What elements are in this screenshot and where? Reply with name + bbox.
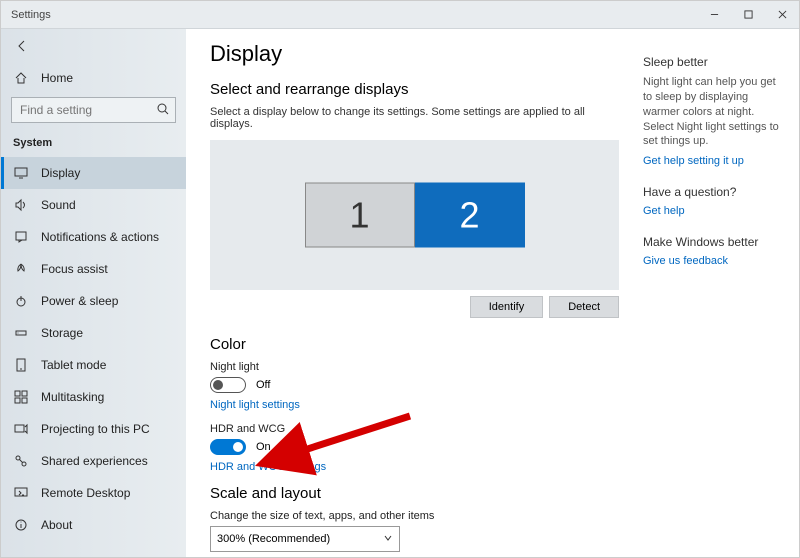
tablet-icon (13, 358, 29, 372)
sidebar-item-multitasking[interactable]: Multitasking (1, 381, 186, 413)
home-nav[interactable]: Home (1, 63, 186, 93)
sidebar-item-label: Shared experiences (41, 454, 148, 468)
night-light-label: Night light (210, 361, 619, 373)
identify-button[interactable]: Identify (470, 296, 543, 318)
sidebar-item-label: Sound (41, 198, 76, 212)
storage-icon (13, 326, 29, 340)
sleep-better-body: Night light can help you get to sleep by… (643, 75, 785, 149)
hdr-toggle-row: On (210, 439, 619, 455)
sidebar-item-label: Storage (41, 326, 83, 340)
sidebar-item-label: Multitasking (41, 390, 104, 404)
minimize-button[interactable] (697, 2, 731, 28)
home-icon (13, 71, 29, 85)
sidebar-item-tablet-mode[interactable]: Tablet mode (1, 349, 186, 381)
give-feedback-link[interactable]: Give us feedback (643, 255, 785, 267)
chevron-down-icon (383, 533, 393, 546)
rearrange-desc: Select a display below to change its set… (210, 106, 619, 130)
rearrange-heading: Select and rearrange displays (210, 81, 619, 98)
monitors-group: 1 2 (305, 183, 525, 248)
sidebar-item-label: Projecting to this PC (41, 422, 150, 436)
scale-desc: Change the size of text, apps, and other… (210, 510, 619, 522)
settings-window: Settings Home System Display (0, 0, 800, 558)
window-title: Settings (11, 9, 51, 21)
scale-heading: Scale and layout (210, 485, 619, 502)
sidebar-item-power-sleep[interactable]: Power & sleep (1, 285, 186, 317)
sidebar-item-projecting[interactable]: Projecting to this PC (1, 413, 186, 445)
hdr-state: On (256, 441, 271, 453)
monitor-2[interactable]: 2 (415, 183, 525, 248)
sidebar-item-label: Display (41, 166, 80, 180)
title-bar: Settings (1, 1, 799, 29)
hdr-label: HDR and WCG (210, 423, 619, 435)
hdr-settings-link[interactable]: HDR and WCG settings (210, 461, 619, 473)
back-button[interactable] (7, 33, 37, 59)
night-light-toggle-row: Off (210, 377, 619, 393)
monitor-1[interactable]: 1 (305, 183, 415, 248)
hdr-toggle[interactable] (210, 439, 246, 455)
sidebar-item-remote-desktop[interactable]: Remote Desktop (1, 477, 186, 509)
sidebar-item-shared-experiences[interactable]: Shared experiences (1, 445, 186, 477)
question-title: Have a question? (643, 185, 785, 199)
sidebar-item-sound[interactable]: Sound (1, 189, 186, 221)
content-panel: Display Select and rearrange displays Se… (186, 29, 639, 557)
night-light-toggle[interactable] (210, 377, 246, 393)
sidebar-item-label: Focus assist (41, 262, 108, 276)
sidebar-item-display[interactable]: Display (1, 157, 186, 189)
night-light-state: Off (256, 379, 270, 391)
scale-value: 300% (Recommended) (217, 533, 330, 545)
sidebar-item-label: Power & sleep (41, 294, 118, 308)
feedback-title: Make Windows better (643, 235, 785, 249)
display-icon (13, 166, 29, 180)
section-label: System (1, 133, 186, 157)
sidebar-item-about[interactable]: About (1, 509, 186, 541)
maximize-button[interactable] (731, 2, 765, 28)
detect-button[interactable]: Detect (549, 296, 619, 318)
display-arrangement-canvas[interactable]: 1 2 (210, 140, 619, 290)
multitasking-icon (13, 390, 29, 404)
sleep-better-title: Sleep better (643, 55, 785, 69)
color-heading: Color (210, 336, 619, 353)
remote-desktop-icon (13, 486, 29, 500)
sidebar-item-storage[interactable]: Storage (1, 317, 186, 349)
shared-icon (13, 454, 29, 468)
scale-dropdown[interactable]: 300% (Recommended) (210, 526, 400, 552)
search-wrap (11, 97, 176, 123)
sidebar-item-label: Remote Desktop (41, 486, 130, 500)
aside-panel: Sleep better Night light can help you ge… (639, 29, 799, 557)
sleep-better-link[interactable]: Get help setting it up (643, 155, 785, 167)
sidebar-item-notifications[interactable]: Notifications & actions (1, 221, 186, 253)
sidebar: Home System Display Sound Notifications … (1, 29, 186, 557)
close-button[interactable] (765, 2, 799, 28)
page-title: Display (210, 41, 619, 67)
window-controls (697, 2, 799, 28)
notifications-icon (13, 230, 29, 244)
night-light-settings-link[interactable]: Night light settings (210, 399, 619, 411)
sidebar-item-label: Tablet mode (41, 358, 106, 372)
sidebar-item-label: About (41, 518, 72, 532)
projecting-icon (13, 422, 29, 436)
sidebar-item-label: Notifications & actions (41, 230, 159, 244)
power-icon (13, 294, 29, 308)
window-body: Home System Display Sound Notifications … (1, 29, 799, 557)
focus-assist-icon (13, 262, 29, 276)
main-area: Display Select and rearrange displays Se… (186, 29, 799, 557)
get-help-link[interactable]: Get help (643, 205, 785, 217)
sidebar-item-focus-assist[interactable]: Focus assist (1, 253, 186, 285)
about-icon (13, 518, 29, 532)
sound-icon (13, 198, 29, 212)
display-buttons: Identify Detect (210, 296, 619, 318)
search-input[interactable] (11, 97, 176, 123)
home-label: Home (41, 71, 73, 85)
